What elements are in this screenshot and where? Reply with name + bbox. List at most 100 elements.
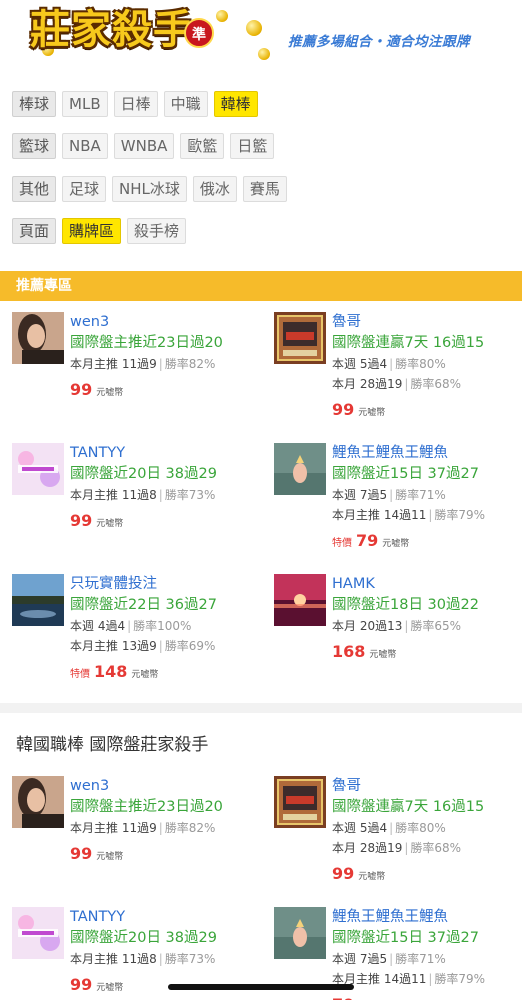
price-unit: 元嘘幣	[96, 983, 124, 993]
tipster-info: HAMK 國際盤近18日 30過22 本月 20過13 | 勝率65% 168 元嘘幣	[332, 574, 522, 661]
tipster-info: TANTYY 國際盤近20日 38過29 本月主推 11過8 | 勝率73% 99 元嘘幣	[70, 907, 266, 994]
stat-rate: 勝率80%	[395, 821, 446, 835]
category-chip[interactable]: 足球	[62, 176, 107, 202]
tipster-stat: 本月主推 11過9 | 勝率82%	[70, 818, 266, 838]
avatar[interactable]	[274, 907, 326, 959]
tipster-stat: 本週 7過5 | 勝率71%	[332, 485, 522, 505]
stat-record: 本月 28過19	[332, 377, 403, 391]
avatar[interactable]	[274, 312, 326, 364]
stat-rate: 勝率80%	[395, 357, 446, 371]
tipster-info: 鯉魚王鯉魚王鯉魚 國際盤近15日 37過27 本週 7過5 | 勝率71% 本月主推 14…	[332, 443, 522, 550]
tipster-stat: 本月主推 14過11 | 勝率79%	[332, 969, 522, 989]
avatar[interactable]	[12, 907, 64, 959]
price-unit: 元嘘幣	[96, 852, 124, 862]
tipster-stat: 本月主推 13過9 | 勝率69%	[70, 636, 266, 656]
promo-label: 特價	[332, 538, 352, 549]
stat-rate: 勝率82%	[164, 821, 216, 835]
stat-rate: 勝率100%	[133, 619, 192, 633]
category-chip[interactable]: MLB	[62, 91, 108, 117]
stat-record: 本月主推 11過8	[70, 952, 157, 966]
category-chip[interactable]: 韓棒	[213, 91, 258, 117]
stat-record: 本週 5過4	[332, 357, 388, 371]
stat-record: 本月主推 11過9	[70, 821, 157, 835]
avatar[interactable]	[274, 776, 326, 828]
tipster-stat: 本週 5過4 | 勝率80%	[332, 818, 522, 838]
stat-separator: |	[404, 619, 409, 633]
price-tag[interactable]: 特價 148 元嘘幣	[70, 662, 266, 681]
category-chip[interactable]: NBA	[62, 133, 108, 159]
price-tag[interactable]: 99 元嘘幣	[70, 511, 266, 530]
stat-separator: |	[389, 357, 394, 371]
price-value: 99	[70, 511, 93, 530]
avatar[interactable]	[12, 776, 64, 828]
tipster-stat: 本月主推 11過9 | 勝率82%	[70, 354, 266, 374]
tipster-name[interactable]: HAMK	[332, 574, 522, 594]
stat-rate: 勝率71%	[395, 488, 446, 502]
tipster-record-title: 國際盤連贏7天 16過15	[332, 799, 485, 815]
price-value: 168	[332, 642, 366, 661]
price-unit: 元嘘幣	[96, 519, 124, 529]
tagline: 推薦多場組合・適合均注跟牌	[288, 34, 470, 50]
home-indicator[interactable]	[168, 984, 354, 990]
stat-separator: |	[428, 508, 433, 522]
price-value: 99	[70, 380, 93, 399]
price-value: 99	[70, 975, 93, 994]
price-value: 99	[70, 844, 93, 863]
category-chip[interactable]: 賽馬	[242, 176, 287, 202]
logo-badge: 準	[184, 18, 214, 48]
tipster-record-title: 國際盤主推近23日過20	[70, 335, 223, 351]
stat-record: 本週 7過5	[332, 488, 388, 502]
category-chip[interactable]: 殺手榜	[127, 218, 187, 244]
category-chip[interactable]: 日棒	[113, 91, 158, 117]
tipster-record-title: 國際盤近15日 37過27	[332, 930, 479, 946]
tipster-info: wen3 國際盤主推近23日過20 本月主推 11過9 | 勝率82% 99 元嘘幣	[70, 776, 266, 863]
tipster-info: 魯哥 國際盤連贏7天 16過15 本週 5過4 | 勝率80% 本月 28過19 | 勝率68…	[332, 312, 522, 419]
tipster-name[interactable]: wen3	[70, 312, 266, 332]
stat-record: 本週 4過4	[70, 619, 126, 633]
stat-rate: 勝率68%	[410, 841, 462, 855]
category-chip[interactable]: 日籃	[230, 133, 275, 159]
tipster-name[interactable]: 鯉魚王鯉魚王鯉魚	[332, 907, 522, 927]
avatar[interactable]	[12, 443, 64, 495]
tipster-name[interactable]: 鯉魚王鯉魚王鯉魚	[332, 443, 522, 463]
logo[interactable]: 莊家殺手	[30, 4, 194, 56]
price-tag[interactable]: 99 元嘘幣	[70, 844, 266, 863]
tipster-name[interactable]: 魯哥	[332, 312, 522, 332]
tipster-name[interactable]: TANTYY	[70, 907, 266, 927]
stat-rate: 勝率79%	[434, 508, 486, 522]
tipster-name[interactable]: 魯哥	[332, 776, 522, 796]
avatar[interactable]	[12, 574, 64, 626]
avatar[interactable]	[274, 574, 326, 626]
category-row: 棒球 MLB 日棒 中職 韓棒	[12, 91, 258, 117]
stat-record: 本週 5過4	[332, 821, 388, 835]
category-chip[interactable]: 購牌區	[62, 218, 122, 244]
price-tag[interactable]: 特價 79 元嘘幣	[332, 531, 522, 550]
category-chip[interactable]: NHL冰球	[112, 176, 187, 202]
korea-section-title: 韓國職棒 國際盤莊家殺手	[16, 735, 209, 755]
stat-rate: 勝率65%	[410, 619, 462, 633]
tipster-name[interactable]: 只玩實體投注	[70, 574, 266, 594]
price-unit: 元嘘幣	[382, 539, 410, 549]
tipster-name[interactable]: wen3	[70, 776, 266, 796]
price-tag[interactable]: 99 元嘘幣	[332, 400, 522, 419]
category-label: 頁面	[12, 218, 57, 244]
price-tag[interactable]: 168 元嘘幣	[332, 642, 522, 661]
tipster-stat: 本月主推 14過11 | 勝率79%	[332, 505, 522, 525]
price-value: 99	[332, 864, 355, 883]
category-chip[interactable]: 歐籃	[180, 133, 225, 159]
price-tag[interactable]: 99 元嘘幣	[70, 380, 266, 399]
price-tag[interactable]: 79元嘘幣	[332, 995, 522, 1000]
tipster-stat: 本月 28過19 | 勝率68%	[332, 838, 522, 858]
price-tag[interactable]: 99 元嘘幣	[332, 864, 522, 883]
category-chip[interactable]: 俄冰	[192, 176, 237, 202]
tipster-name[interactable]: TANTYY	[70, 443, 266, 463]
category-chip[interactable]: WNBA	[113, 133, 175, 159]
stat-separator: |	[158, 952, 163, 966]
avatar[interactable]	[274, 443, 326, 495]
category-chip[interactable]: 中職	[163, 91, 208, 117]
stat-rate: 勝率82%	[164, 357, 216, 371]
avatar[interactable]	[12, 312, 64, 364]
tipster-info: wen3 國際盤主推近23日過20 本月主推 11過9 | 勝率82% 99 元嘘幣	[70, 312, 266, 399]
stat-record: 本週 7過5	[332, 952, 388, 966]
stat-record: 本月主推 14過11	[332, 508, 427, 522]
